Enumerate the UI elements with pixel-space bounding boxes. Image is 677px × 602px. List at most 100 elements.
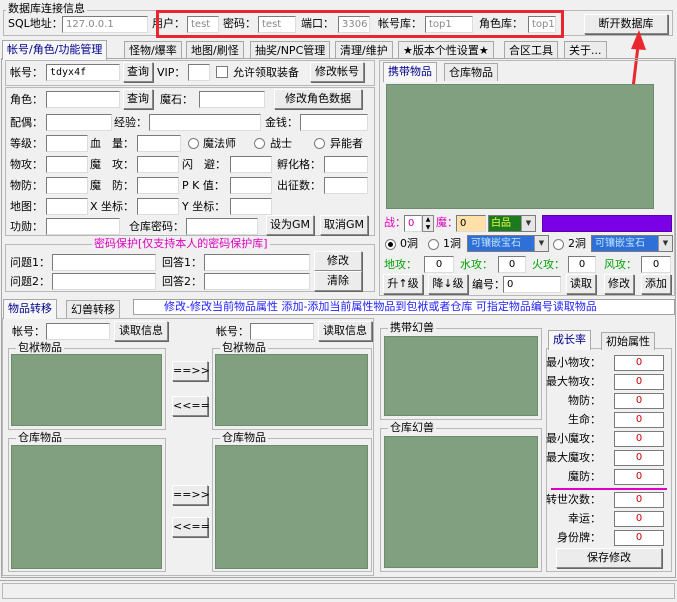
modify-account-button[interactable]: 修改帐号	[310, 62, 364, 82]
warehouse-move-right-button[interactable]: ==>>	[172, 485, 210, 505]
tab-merge-tool[interactable]: 合区工具	[504, 41, 558, 59]
quality-select[interactable]: 白品 ▼	[488, 215, 536, 232]
gem-select-1[interactable]: 可镶嵌宝石 ▼	[467, 235, 549, 252]
hole1-radio[interactable]	[428, 239, 439, 250]
class-psychic-radio[interactable]	[314, 138, 325, 149]
dodge-field[interactable]	[230, 156, 272, 173]
hole0-radio[interactable]	[385, 239, 396, 250]
item-id-field[interactable]: 0	[503, 276, 561, 293]
merit-field[interactable]	[46, 218, 120, 235]
modify-item-button[interactable]: 修改	[604, 274, 634, 294]
bag-move-left-button[interactable]: <<==	[172, 396, 210, 416]
tab-monster-drops[interactable]: 怪物/爆率	[124, 41, 182, 59]
role-query-button[interactable]: 查询	[123, 89, 153, 109]
x-coord-field[interactable]	[137, 198, 179, 215]
growth-row-value[interactable]: 0	[614, 374, 664, 390]
class-mage-radio[interactable]	[188, 138, 199, 149]
tab-account-role[interactable]: 帐号/角色/功能管理	[2, 40, 108, 60]
add-item-button[interactable]: 添加	[641, 274, 671, 294]
role-field[interactable]	[46, 91, 120, 108]
a1-field[interactable]	[204, 254, 310, 271]
growth-row-value[interactable]: 0	[614, 511, 664, 527]
bag-move-right-button[interactable]: ==>>	[172, 361, 210, 381]
tab-pet-transfer[interactable]: 幻兽转移	[66, 300, 120, 318]
account-query-button[interactable]: 查询	[123, 62, 153, 82]
right-read-info-button[interactable]: 读取信息	[318, 321, 372, 341]
growth-row-value[interactable]: 0	[614, 450, 664, 466]
cancel-gm-button[interactable]: 取消GM	[320, 215, 368, 235]
magic-def-field[interactable]	[137, 177, 179, 194]
growth-row-value[interactable]: 0	[614, 492, 664, 508]
tab-initial-attrs[interactable]: 初始属性	[601, 332, 655, 350]
departure-field[interactable]	[324, 177, 368, 194]
earth-atk-field[interactable]: 0	[424, 256, 454, 273]
tab-map-spawn[interactable]: 地图/刷怪	[186, 41, 244, 59]
exp-field[interactable]	[149, 114, 261, 131]
carry-item-grid[interactable]	[386, 84, 654, 209]
growth-row-value[interactable]: 0	[614, 530, 664, 546]
hp-field[interactable]	[137, 135, 181, 152]
map-field[interactable]	[46, 198, 88, 215]
allow-equip-checkbox[interactable]	[216, 66, 228, 78]
magic-atk-field[interactable]	[137, 156, 179, 173]
war-field[interactable]: 0	[404, 215, 422, 232]
water-atk-field[interactable]: 0	[498, 256, 526, 273]
vip-field[interactable]	[188, 64, 210, 81]
warehouse-pw-field[interactable]	[186, 218, 258, 235]
phys-atk-field[interactable]	[46, 156, 88, 173]
tab-about[interactable]: 关于...	[564, 41, 607, 59]
carry-pets-grid[interactable]	[384, 336, 538, 416]
level-field[interactable]	[46, 135, 88, 152]
modify-role-button[interactable]: 修改角色数据	[274, 89, 362, 109]
tab-item-transfer[interactable]: 物品转移	[3, 299, 57, 319]
phys-def-field[interactable]	[46, 177, 88, 194]
warehouse-move-left-button[interactable]: <<==	[172, 517, 210, 537]
right-account-field[interactable]	[250, 323, 314, 340]
y-coord-field[interactable]	[230, 198, 272, 215]
magic-stone-field[interactable]	[199, 91, 265, 108]
q1-field[interactable]	[52, 254, 156, 271]
set-gm-button[interactable]: 设为GM	[266, 215, 314, 235]
security-title: 密码保护[仅支持本人的密码保护库]	[92, 237, 270, 250]
gem-select-2[interactable]: 可镶嵌宝石 ▼	[591, 235, 673, 252]
right-bag-grid[interactable]	[215, 354, 368, 426]
downgrade-button[interactable]: 降↓级	[428, 274, 468, 294]
tab-carry-items[interactable]: 携带物品	[383, 62, 437, 82]
hole2-radio[interactable]	[553, 239, 564, 250]
left-account-field[interactable]	[46, 323, 110, 340]
growth-row-value[interactable]: 0	[614, 393, 664, 409]
security-clear-button[interactable]: 清除	[314, 271, 362, 291]
upgrade-button[interactable]: 升↑级	[383, 274, 423, 294]
growth-row-value[interactable]: 0	[614, 431, 664, 447]
fire-atk-field[interactable]: 0	[568, 256, 596, 273]
wind-atk-field[interactable]: 0	[641, 256, 671, 273]
money-field[interactable]	[300, 114, 368, 131]
q2-field[interactable]	[52, 273, 156, 290]
sql-address-field[interactable]: 127.0.0.1	[62, 16, 148, 33]
spouse-field[interactable]	[46, 114, 112, 131]
security-modify-button[interactable]: 修改	[314, 251, 362, 271]
incubate-field[interactable]	[324, 156, 368, 173]
tab-lottery-npc[interactable]: 抽奖/NPC管理	[250, 41, 331, 59]
warehouse-pets-grid[interactable]	[384, 436, 538, 568]
class-warrior-radio[interactable]	[254, 138, 265, 149]
save-growth-button[interactable]: 保存修改	[556, 548, 662, 568]
growth-row-value[interactable]: 0	[614, 355, 664, 371]
tab-version-settings[interactable]: ★版本个性设置★	[398, 41, 494, 59]
war-spinner[interactable]: ▲ ▼	[422, 215, 434, 232]
tab-cleanup[interactable]: 清理/维护	[335, 41, 393, 59]
right-warehouse-grid[interactable]	[215, 445, 368, 569]
account-field[interactable]: tdyx4f	[46, 64, 120, 81]
class-warrior-label: 战士	[270, 137, 292, 150]
growth-row-value[interactable]: 0	[614, 469, 664, 485]
tab-growth-rate[interactable]: 成长率	[548, 330, 591, 350]
left-read-info-button[interactable]: 读取信息	[114, 321, 168, 341]
growth-row-value[interactable]: 0	[614, 412, 664, 428]
left-warehouse-grid[interactable]	[11, 445, 162, 569]
read-item-button[interactable]: 读取	[566, 274, 596, 294]
tab-warehouse-items[interactable]: 仓库物品	[444, 63, 498, 81]
a2-field[interactable]	[204, 273, 310, 290]
left-bag-grid[interactable]	[11, 354, 162, 426]
pk-field[interactable]	[230, 177, 272, 194]
magic-field[interactable]: 0	[456, 215, 486, 232]
